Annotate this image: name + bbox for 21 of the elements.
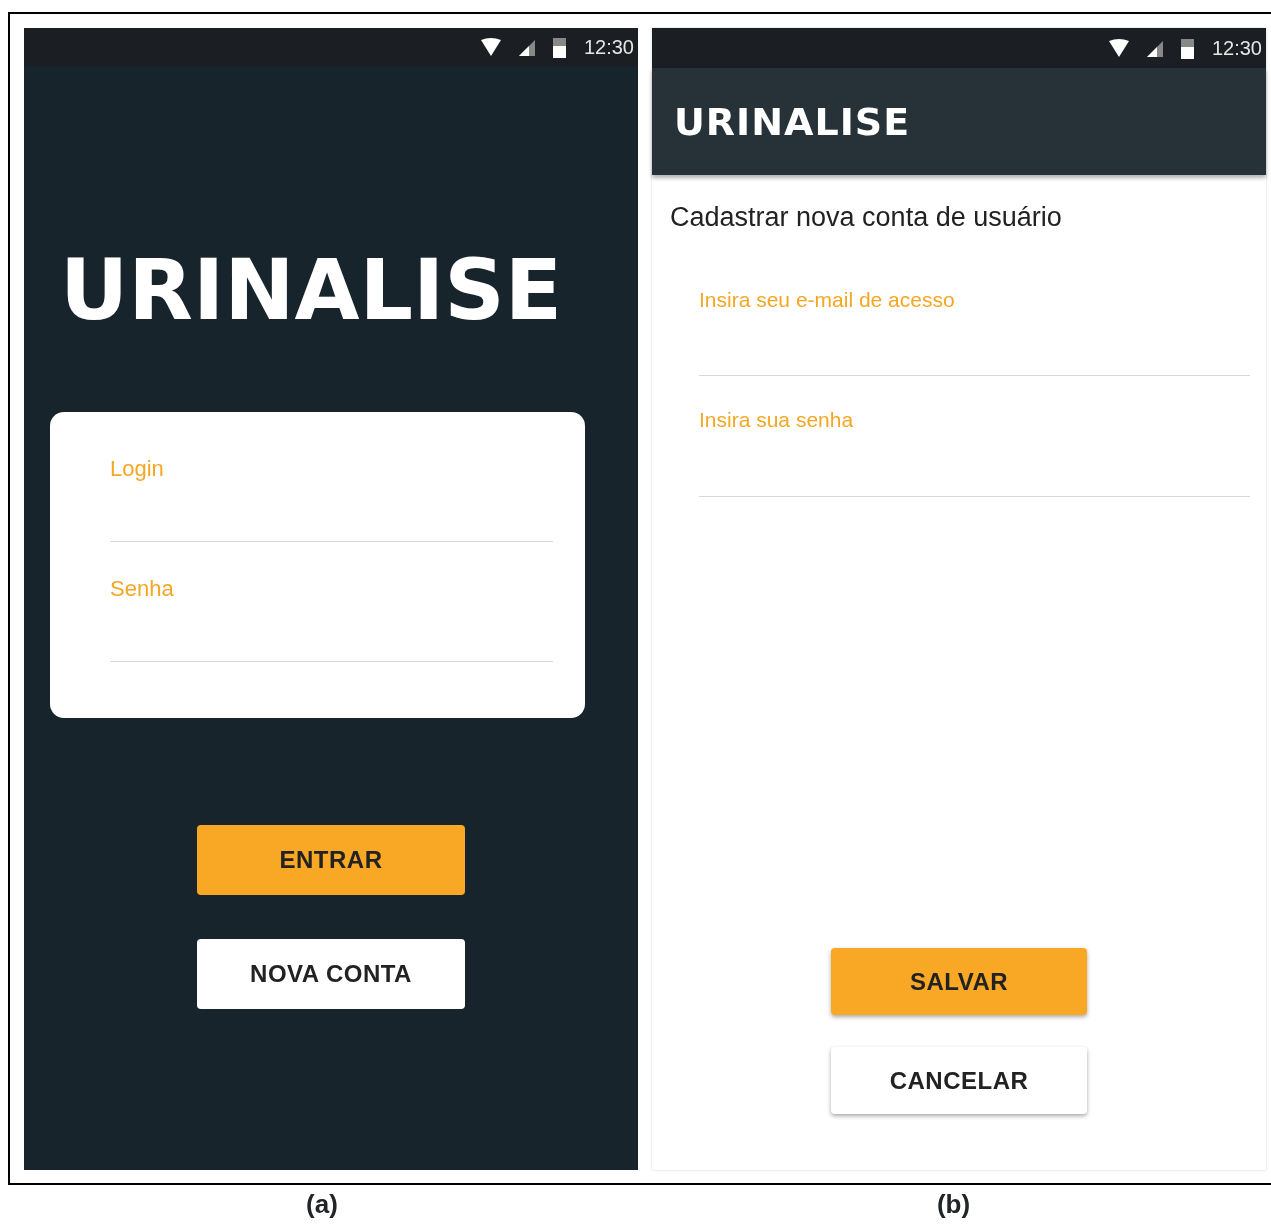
input-field[interactable]: Insira sua senha: [699, 404, 1250, 497]
clock-time: 12:30: [583, 35, 634, 60]
signal-icon: [1146, 39, 1163, 57]
input-field[interactable]: Login: [110, 452, 553, 542]
secondary-button[interactable]: NOVA CONTA: [197, 939, 465, 1009]
primary-button[interactable]: ENTRAR: [197, 825, 465, 895]
primary-button[interactable]: SALVAR: [831, 948, 1087, 1015]
input-field[interactable]: Senha: [110, 572, 553, 662]
figure-caption: (a): [306, 1188, 338, 1221]
wifi-icon: [1108, 39, 1129, 57]
page-heading: Cadastrar nova conta de usuário: [670, 201, 1063, 234]
battery-icon: [1180, 37, 1194, 59]
input-field[interactable]: Insira seu e-mail de acesso: [699, 283, 1250, 376]
signal-icon: [518, 38, 535, 56]
figure-caption: (b): [936, 1188, 971, 1221]
wifi-icon: [480, 38, 501, 56]
battery-icon: [552, 36, 566, 58]
secondary-button[interactable]: CANCELAR: [831, 1047, 1087, 1114]
app-logo: URINALISE: [674, 102, 911, 141]
clock-time: 12:30: [1211, 36, 1262, 61]
app-logo: URINALISE: [60, 248, 564, 332]
